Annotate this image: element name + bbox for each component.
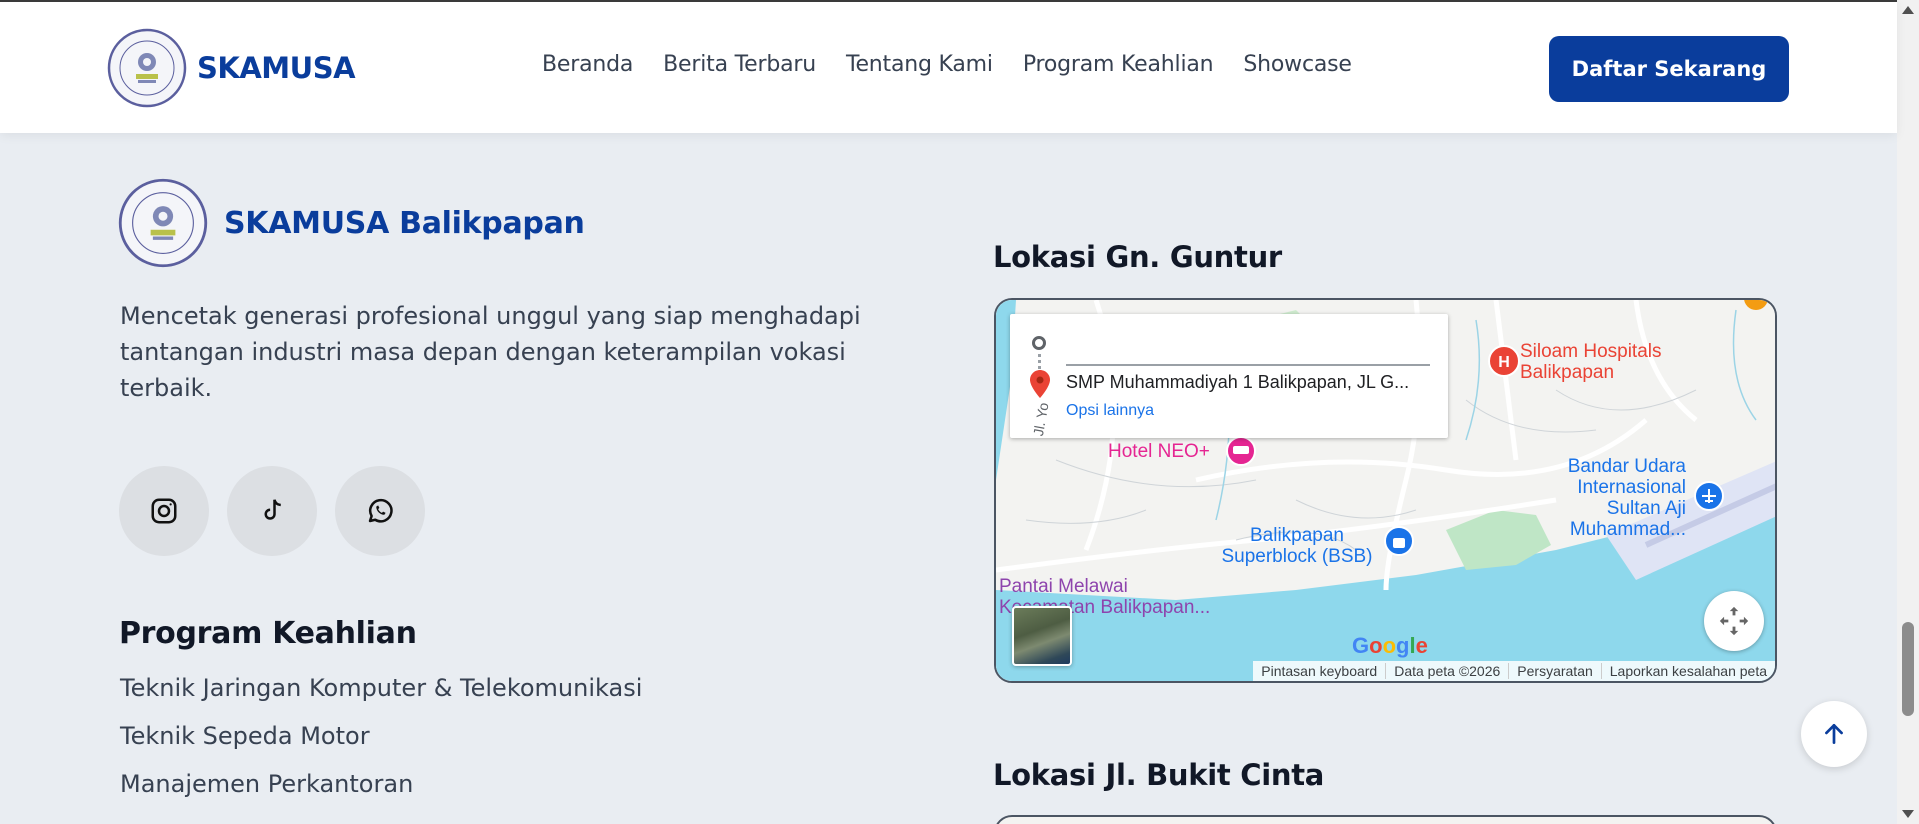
page-scrollbar[interactable] <box>1897 0 1919 824</box>
map-attribution-bar: Pintasan keyboard Data peta ©2026 Persya… <box>1253 661 1775 681</box>
fullscreen-button[interactable] <box>1704 591 1764 651</box>
more-options-link[interactable]: Opsi lainnya <box>1066 402 1154 420</box>
nav-beranda[interactable]: Beranda <box>542 52 633 77</box>
footer-brand-name: SKAMUSA Balikpapan <box>224 205 585 241</box>
report-error-link[interactable]: Laporkan kesalahan peta <box>1600 663 1775 679</box>
program-link-tjkt[interactable]: Teknik Jaringan Komputer & Telekomunikas… <box>120 668 642 716</box>
origin-input[interactable] <box>1066 364 1430 366</box>
brand-link[interactable]: SKAMUSA <box>107 28 356 108</box>
social-links <box>119 466 425 556</box>
arrow-up-icon <box>1825 723 1843 745</box>
map-title-gn-guntur: Lokasi Gn. Guntur <box>993 240 1282 274</box>
tiktok-button[interactable] <box>227 466 317 556</box>
label-airport[interactable]: Bandar Udara Internasional Sultan Aji Mu… <box>1558 456 1686 540</box>
scroll-thumb[interactable] <box>1902 622 1914 716</box>
google-logo: Google <box>1352 633 1428 658</box>
footer-school-logo <box>118 178 208 268</box>
whatsapp-button[interactable] <box>335 466 425 556</box>
scroll-up-arrow[interactable] <box>1902 6 1914 14</box>
scroll-down-arrow[interactable] <box>1902 810 1914 818</box>
label-hospital[interactable]: Siloam Hospitals Balikpapan <box>1520 341 1662 383</box>
instagram-icon <box>151 498 177 524</box>
nav-showcase[interactable]: Showcase <box>1243 52 1352 77</box>
navbar: SKAMUSA Beranda Berita Terbaru Tentang K… <box>0 0 1897 133</box>
brand-name: SKAMUSA <box>197 51 356 85</box>
map-gn-guntur[interactable]: H SMP Muhammadiyah 1 Balikpapan, JL G...… <box>994 298 1777 683</box>
destination-text: SMP Muhammadiyah 1 Balikpapan, JL G... <box>1066 372 1410 392</box>
program-link-tsm[interactable]: Teknik Sepeda Motor <box>120 716 642 764</box>
keyboard-shortcuts-link[interactable]: Pintasan keyboard <box>1253 663 1385 679</box>
label-mall[interactable]: Balikpapan Superblock (BSB) <box>1214 525 1380 567</box>
map-data-text: Data peta ©2026 <box>1385 663 1508 679</box>
program-list: Teknik Jaringan Komputer & Telekomunikas… <box>120 668 642 812</box>
nav-berita-terbaru[interactable]: Berita Terbaru <box>663 52 816 77</box>
nav-tentang-kami[interactable]: Tentang Kami <box>846 52 993 77</box>
map-bukit-cinta[interactable] <box>994 815 1777 824</box>
instagram-button[interactable] <box>119 466 209 556</box>
terms-link[interactable]: Persyaratan <box>1508 663 1600 679</box>
footer-brand: SKAMUSA Balikpapan <box>118 178 585 268</box>
nav-program-keahlian[interactable]: Program Keahlian <box>1023 52 1214 77</box>
satellite-toggle[interactable] <box>1012 606 1072 666</box>
map-title-bukit-cinta: Lokasi Jl. Bukit Cinta <box>993 758 1325 792</box>
program-link-mp[interactable]: Manajemen Perkantoran <box>120 764 642 812</box>
origin-icon <box>1032 336 1046 350</box>
back-to-top-button[interactable] <box>1801 701 1867 767</box>
school-tagline: Mencetak generasi profesional unggul yan… <box>120 302 861 402</box>
programs-heading: Program Keahlian <box>119 616 417 651</box>
main-nav: Beranda Berita Terbaru Tentang Kami Prog… <box>542 52 1352 77</box>
route-dots <box>1038 354 1041 370</box>
tiktok-icon <box>264 499 281 520</box>
register-button[interactable]: Daftar Sekarang <box>1549 36 1789 102</box>
school-logo <box>107 28 187 108</box>
svg-text:H: H <box>1498 354 1510 371</box>
directions-card: SMP Muhammadiyah 1 Balikpapan, JL G... O… <box>1010 314 1448 438</box>
label-hotel[interactable]: Hotel NEO+ <box>1108 441 1210 462</box>
expand-icon <box>1719 606 1749 636</box>
destination-pin-icon <box>1030 370 1050 398</box>
whatsapp-icon <box>368 498 393 523</box>
